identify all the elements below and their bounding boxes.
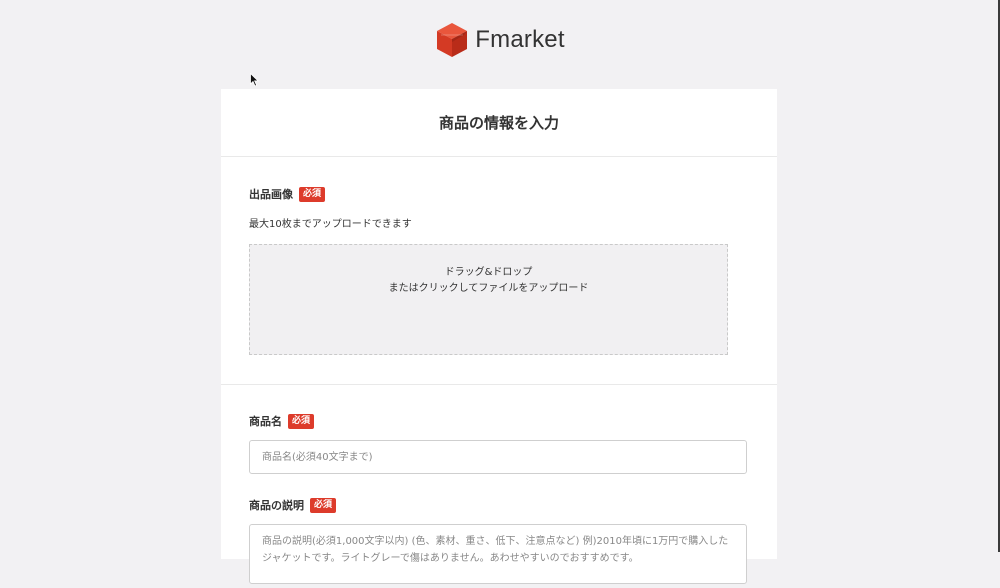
image-label: 出品画像 [249, 188, 293, 201]
dropzone-text-drag: ドラッグ&ドロップ [444, 267, 533, 278]
listing-form-card: 商品の情報を入力 出品画像 必須 最大10枚までアップロードできます ドラッグ&… [221, 89, 777, 584]
product-name-input[interactable] [249, 440, 747, 474]
product-name-section: 商品名 必須 [221, 385, 777, 474]
required-badge: 必須 [310, 497, 337, 513]
required-badge: 必須 [288, 413, 315, 429]
upload-limit-note: 最大10枚までアップロードできます [249, 219, 412, 230]
mouse-pointer-icon [250, 73, 259, 87]
product-description-section: 商品の説明 必須 [221, 474, 777, 588]
page-title: 商品の情報を入力 [221, 89, 777, 157]
image-dropzone[interactable]: ドラッグ&ドロップ またはクリックしてファイルをアップロード [249, 244, 728, 355]
product-description-textarea[interactable] [249, 524, 747, 584]
required-badge: 必須 [299, 186, 326, 202]
dropzone-text-click: またはクリックしてファイルをアップロード [388, 283, 589, 294]
box-logo-icon [437, 23, 468, 57]
product-name-label: 商品名 [249, 415, 282, 428]
brand-name: Fmarket [475, 26, 565, 53]
site-header: Fmarket [0, 20, 1000, 60]
description-label: 商品の説明 [249, 499, 304, 512]
image-label-row: 出品画像 必須 [249, 186, 749, 202]
product-name-label-row: 商品名 必須 [249, 413, 749, 429]
description-label-row: 商品の説明 必須 [249, 497, 749, 513]
brand-logo[interactable]: Fmarket [435, 21, 565, 59]
image-upload-section: 出品画像 必須 最大10枚までアップロードできます ドラッグ&ドロップ またはク… [221, 157, 777, 385]
